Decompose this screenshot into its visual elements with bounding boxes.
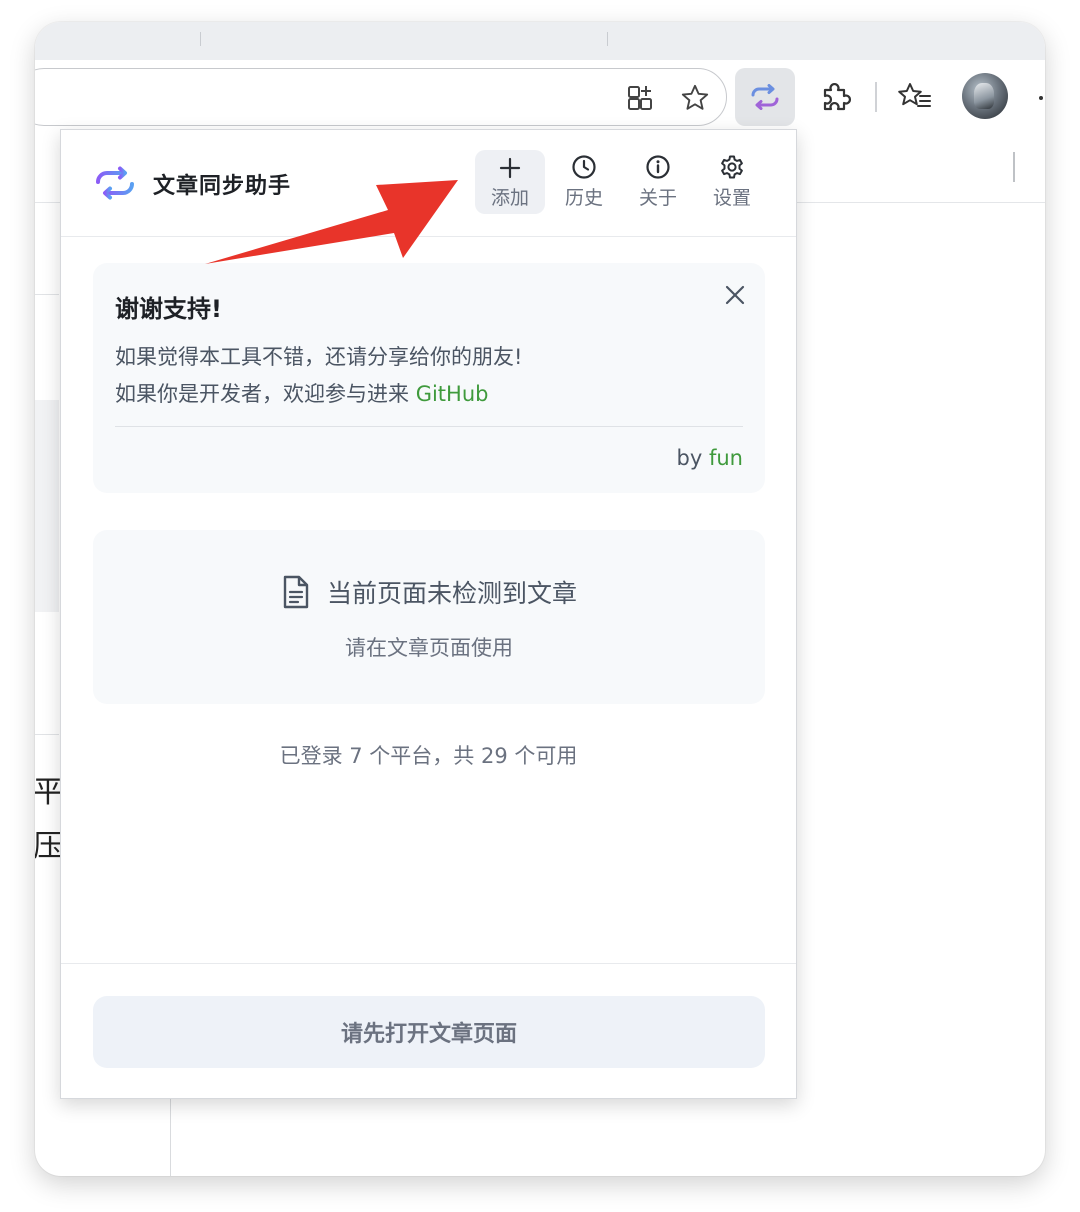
settings-button-label: 设置: [712, 187, 751, 209]
add-button-label: 添加: [490, 187, 529, 209]
author-link[interactable]: fun: [709, 446, 743, 470]
no-article-panel: 当前页面未检测到文章 请在文章页面使用: [93, 530, 765, 704]
notice-close-button[interactable]: [721, 281, 749, 309]
more-menu-icon[interactable]: [1039, 96, 1043, 100]
notice-author: by fun: [677, 446, 743, 470]
browser-toolbar: [35, 60, 1045, 140]
app-logo-icon: [96, 166, 134, 200]
page-divider: [170, 1097, 171, 1176]
platform-status: 已登录 7 个平台，共 29 个可用: [279, 744, 578, 768]
github-link[interactable]: GitHub: [416, 382, 489, 406]
page-divider: [35, 734, 59, 735]
plus-icon: [499, 157, 521, 179]
app-title: 文章同步助手: [153, 174, 292, 199]
address-bar[interactable]: [35, 68, 727, 126]
puzzle-icon: [823, 82, 852, 111]
tab-strip: [35, 22, 1045, 60]
no-article-subtitle: 请在文章页面使用: [345, 636, 513, 660]
footer-divider: [61, 963, 796, 964]
profile-avatar[interactable]: [962, 73, 1008, 119]
favorites-button[interactable]: [885, 68, 945, 126]
notice-divider: [115, 426, 743, 427]
about-button-label: 关于: [638, 187, 677, 209]
page-text-fragment: 压: [35, 829, 63, 864]
notice-contribute-prefix: 如果你是开发者，欢迎参与进来: [115, 382, 416, 406]
about-button[interactable]: 关于: [623, 150, 693, 214]
history-button[interactable]: 历史: [549, 150, 619, 214]
toolbar-separator: [875, 82, 877, 112]
sync-icon: [751, 84, 779, 110]
notice-contribute-text: 如果你是开发者，欢迎参与进来 GitHub: [115, 378, 488, 408]
favorites-list-icon: [898, 83, 931, 107]
tab-divider: [607, 32, 608, 46]
clock-icon: [572, 155, 596, 179]
settings-button[interactable]: 设置: [697, 150, 767, 214]
no-article-title: 当前页面未检测到文章: [326, 579, 577, 608]
page-toolbar-divider: [1013, 152, 1015, 182]
star-icon[interactable]: [680, 83, 710, 113]
document-icon: [283, 575, 309, 609]
notice-author-prefix: by: [676, 446, 709, 470]
page-side-panel: [35, 400, 59, 612]
open-article-button[interactable]: 请先打开文章页面: [93, 996, 765, 1068]
info-icon: [646, 155, 670, 179]
history-button-label: 历史: [564, 187, 603, 209]
screenshot-stage: 平台 压 文: [0, 0, 1080, 1212]
gear-icon: [721, 155, 743, 179]
popup-header: 文章同步助手 添加 历史 关于 设置: [61, 130, 796, 237]
extension-popup: 文章同步助手 添加 历史 关于 设置 谢谢支持! 如果觉得本工具不错，还请分享给…: [60, 129, 797, 1099]
notice-share-text: 如果觉得本工具不错，还请分享给你的朋友!: [115, 345, 523, 369]
notice-title: 谢谢支持!: [115, 295, 222, 323]
page-divider: [35, 294, 59, 295]
extension-sync-button[interactable]: [735, 68, 795, 126]
tab-divider: [200, 32, 201, 46]
app-grid-add-icon[interactable]: [626, 83, 656, 113]
add-button[interactable]: 添加: [475, 150, 545, 214]
close-icon: [725, 285, 745, 305]
thanks-notice: 谢谢支持! 如果觉得本工具不错，还请分享给你的朋友! 如果你是开发者，欢迎参与进…: [93, 263, 765, 493]
extensions-button[interactable]: [805, 68, 865, 126]
